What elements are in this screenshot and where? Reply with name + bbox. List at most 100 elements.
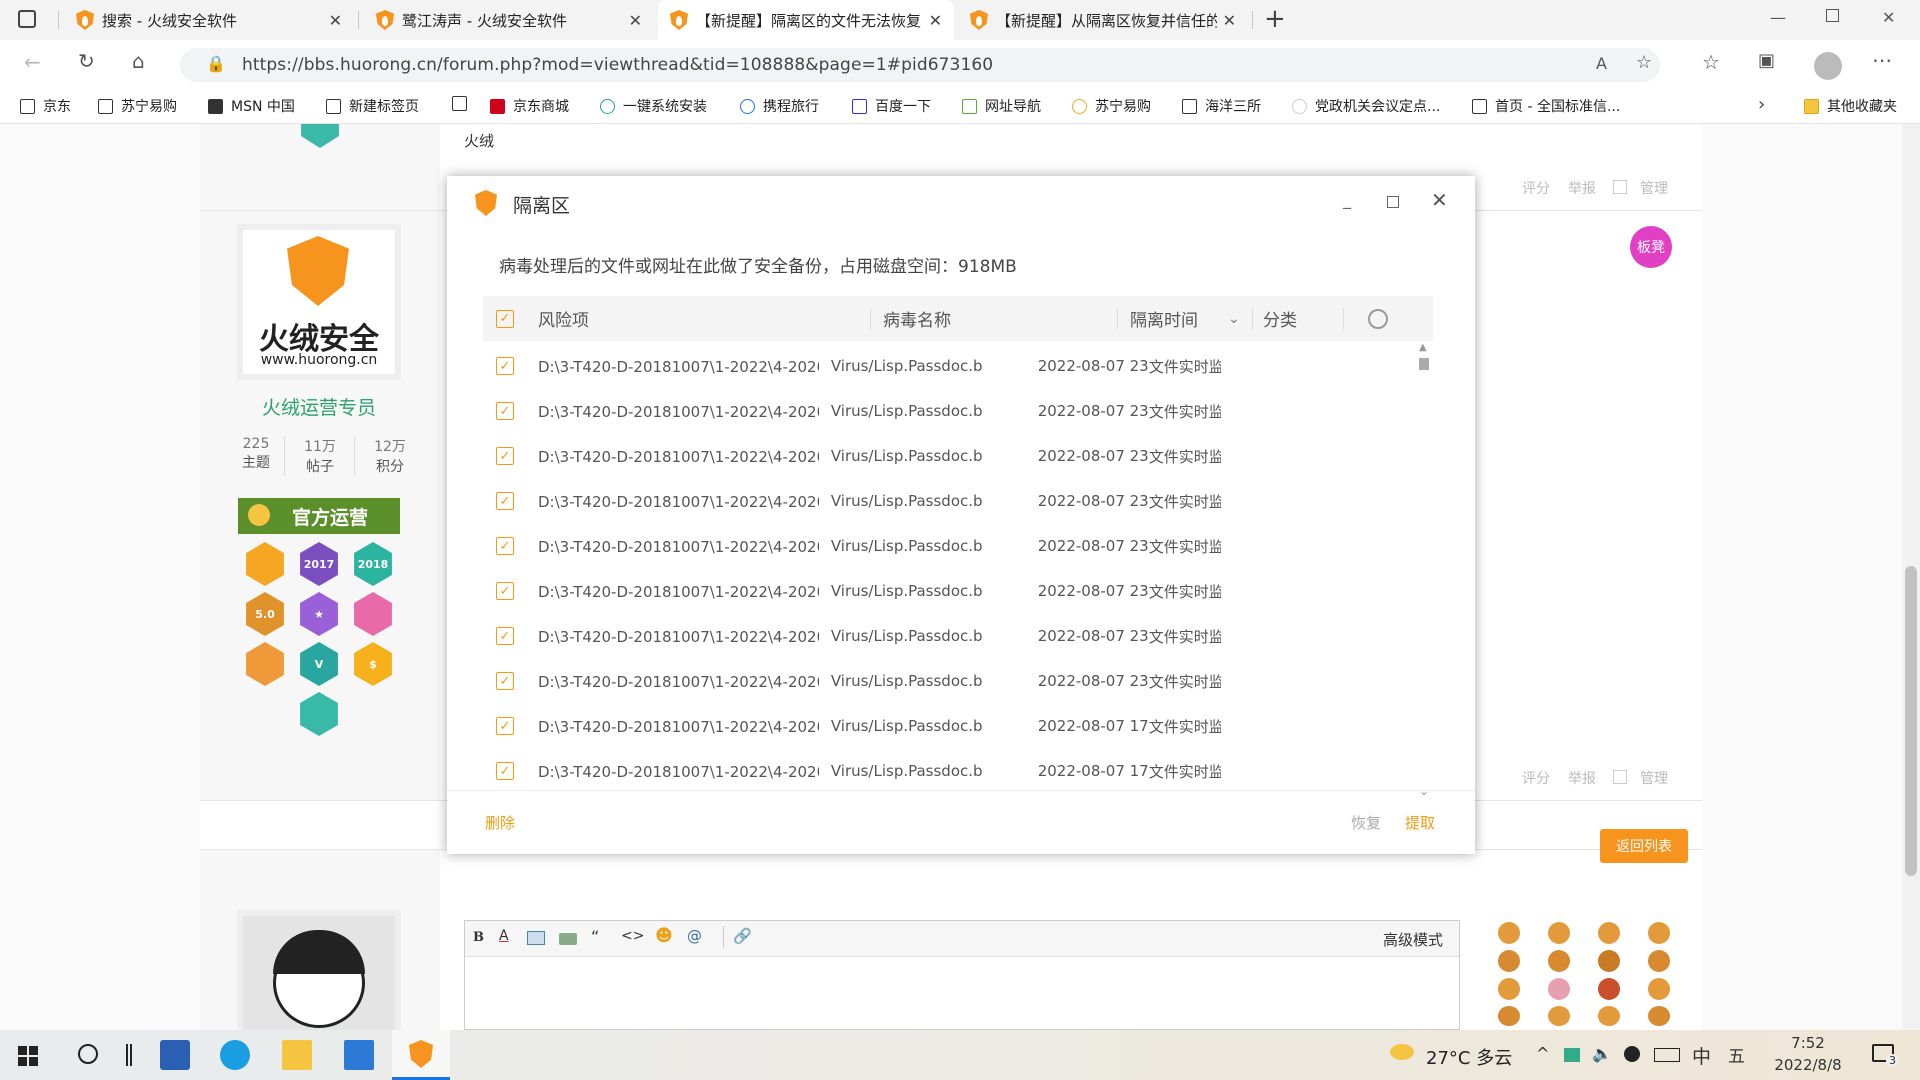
table-row[interactable]: ✓ D:\3-T420-D-20181007\1-2022\4-2020-82-洞…: [483, 479, 1221, 524]
author-name[interactable]: 火绒运营专员: [237, 393, 401, 420]
row-checkbox[interactable]: ✓: [496, 492, 514, 510]
close-icon[interactable]: ✕: [1223, 11, 1236, 30]
tab-restore-trust[interactable]: 【新提醒】从隔离区恢复并信任的 ✕: [958, 0, 1248, 40]
minimize-icon[interactable]: —: [1770, 8, 1786, 27]
media-icon[interactable]: [559, 933, 577, 945]
table-row[interactable]: ✓ D:\3-T420-D-20181007\1-2022\4-2020-82-洞…: [483, 614, 1221, 659]
monkey-icon[interactable]: [1548, 950, 1570, 972]
search-icon[interactable]: [78, 1044, 98, 1064]
monkey-icon[interactable]: [1548, 922, 1570, 944]
attachment-icon[interactable]: 🔗: [733, 927, 752, 945]
advanced-mode-link[interactable]: 高级模式: [1383, 929, 1443, 950]
table-row[interactable]: ✓ D:\3-T420-D-20181007\1-2022\4-2020-82-洞…: [483, 344, 1221, 389]
favorites-icon[interactable]: ☆: [1702, 50, 1720, 74]
task-view-icon[interactable]: [126, 1044, 132, 1066]
report-link[interactable]: 举报: [1568, 768, 1596, 788]
table-row[interactable]: ✓ D:\3-T420-D-20181007\1-2022\4-2020-82-洞…: [483, 569, 1221, 614]
tray-security-icon[interactable]: [1564, 1048, 1580, 1062]
monkey-icon[interactable]: [1648, 922, 1670, 944]
font-color-icon[interactable]: A: [499, 928, 509, 944]
row-checkbox[interactable]: ✓: [496, 582, 514, 600]
row-checkbox[interactable]: ✓: [496, 717, 514, 735]
select-all-checkbox[interactable]: ✓: [496, 309, 514, 328]
stat-posts[interactable]: 11万 帖子: [292, 436, 348, 476]
bookmark-item[interactable]: [452, 96, 475, 111]
more-icon[interactable]: ⋯: [1872, 48, 1892, 72]
bookmark-item[interactable]: 苏宁易购: [98, 96, 177, 116]
tab-actions-icon[interactable]: [18, 10, 36, 28]
monkey-icon[interactable]: [1648, 1006, 1670, 1026]
edge-icon[interactable]: [220, 1040, 250, 1070]
scroll-up-icon[interactable]: ▲: [1419, 342, 1427, 353]
row-checkbox[interactable]: ✓: [496, 537, 514, 555]
bookmark-item[interactable]: 携程旅行: [740, 96, 819, 116]
manage-checkbox[interactable]: [1613, 770, 1627, 784]
close-icon[interactable]: ✕: [629, 11, 642, 30]
table-row[interactable]: ✓ D:\3-T420-D-20181007\1-2022\4-2020-82-洞…: [483, 704, 1221, 749]
tab-active-quarantine[interactable]: 【新提醒】隔离区的文件无法恢复 ✕: [658, 0, 954, 40]
monkey-icon[interactable]: [1498, 1006, 1520, 1026]
close-window-icon[interactable]: ✕: [1882, 8, 1895, 27]
monkey-icon[interactable]: [1598, 978, 1620, 1000]
bookmark-item[interactable]: 党政机关会议定点...: [1292, 96, 1440, 116]
new-tab-icon[interactable]: +: [1264, 4, 1286, 34]
weather-text[interactable]: 27°C 多云: [1426, 1044, 1512, 1070]
table-row[interactable]: ✓ D:\3-T420-D-20181007\1-2022\4-2020-82-洞…: [483, 434, 1221, 479]
bookmark-item[interactable]: 京东: [20, 96, 71, 116]
delete-button[interactable]: 删除: [485, 812, 515, 833]
table-row[interactable]: ✓ D:\3-T420-D-20181007\1-2022\4-2020-82-洞…: [483, 749, 1221, 794]
volume-icon[interactable]: 🔈: [1592, 1044, 1612, 1063]
profile-avatar[interactable]: [1814, 52, 1842, 80]
monkey-icon[interactable]: [1598, 922, 1620, 944]
mail-icon[interactable]: [344, 1040, 374, 1070]
monkey-icon[interactable]: [1648, 978, 1670, 1000]
image-icon[interactable]: [527, 931, 545, 945]
bookmark-item[interactable]: 京东商城: [490, 96, 569, 116]
quote-icon[interactable]: “: [591, 927, 599, 946]
ime-wubi[interactable]: 五: [1728, 1042, 1745, 1067]
file-explorer-icon[interactable]: [282, 1040, 312, 1070]
keyboard-icon[interactable]: [1654, 1048, 1680, 1062]
tray-chevron-up-icon[interactable]: ^: [1536, 1044, 1549, 1063]
column-time[interactable]: 隔离时间: [1130, 306, 1228, 331]
monkey-icon[interactable]: [1498, 922, 1520, 944]
extract-button[interactable]: 提取: [1405, 812, 1435, 833]
clock-date[interactable]: 2022/8/8: [1768, 1056, 1848, 1074]
bookmark-item[interactable]: 新建标签页: [326, 96, 419, 116]
row-checkbox[interactable]: ✓: [496, 627, 514, 645]
back-to-list-button[interactable]: 返回列表: [1600, 829, 1688, 863]
list-scrollbar[interactable]: ▲ ⌄: [1419, 342, 1429, 798]
windows-start-icon[interactable]: [18, 1046, 38, 1066]
rate-link[interactable]: 评分: [1522, 768, 1550, 788]
monkey-icon[interactable]: [1598, 1006, 1620, 1026]
stat-credits[interactable]: 12万 积分: [362, 436, 418, 476]
manage-checkbox[interactable]: [1613, 180, 1627, 194]
report-link[interactable]: 举报: [1568, 178, 1596, 198]
monkey-icon[interactable]: [1548, 1006, 1570, 1026]
bookmark-folder-other[interactable]: 其他收藏夹: [1804, 96, 1897, 116]
back-icon[interactable]: ←: [24, 50, 41, 74]
row-checkbox[interactable]: ✓: [496, 762, 514, 780]
read-aloud-icon[interactable]: A: [1596, 54, 1607, 73]
column-risk[interactable]: 风险项: [538, 306, 870, 331]
rate-link[interactable]: 评分: [1522, 178, 1550, 198]
row-checkbox[interactable]: ✓: [496, 357, 514, 375]
close-icon[interactable]: ✕: [329, 11, 342, 30]
manage-link[interactable]: 管理: [1640, 178, 1668, 198]
chevron-down-icon[interactable]: ⌄: [1228, 311, 1252, 327]
chevron-right-icon[interactable]: ›: [1758, 94, 1765, 115]
bookmark-item[interactable]: MSN 中国: [208, 96, 295, 116]
ime-mode[interactable]: 中: [1692, 1042, 1711, 1069]
monkey-icon[interactable]: [1548, 978, 1570, 1000]
bookmark-item[interactable]: 苏宁易购: [1072, 96, 1151, 116]
bookmark-item[interactable]: 首页 - 全国标准信...: [1472, 96, 1620, 116]
stat-threads[interactable]: 225 主题: [228, 436, 284, 472]
row-checkbox[interactable]: ✓: [496, 447, 514, 465]
monkey-icon[interactable]: [1648, 950, 1670, 972]
emoji-icon[interactable]: ☻: [655, 926, 673, 946]
favorite-add-icon[interactable]: ☆: [1636, 52, 1652, 73]
mention-icon[interactable]: @: [687, 927, 702, 945]
monkey-icon[interactable]: [1598, 950, 1620, 972]
maximize-icon[interactable]: [1387, 196, 1399, 208]
bold-icon[interactable]: B: [473, 930, 484, 945]
